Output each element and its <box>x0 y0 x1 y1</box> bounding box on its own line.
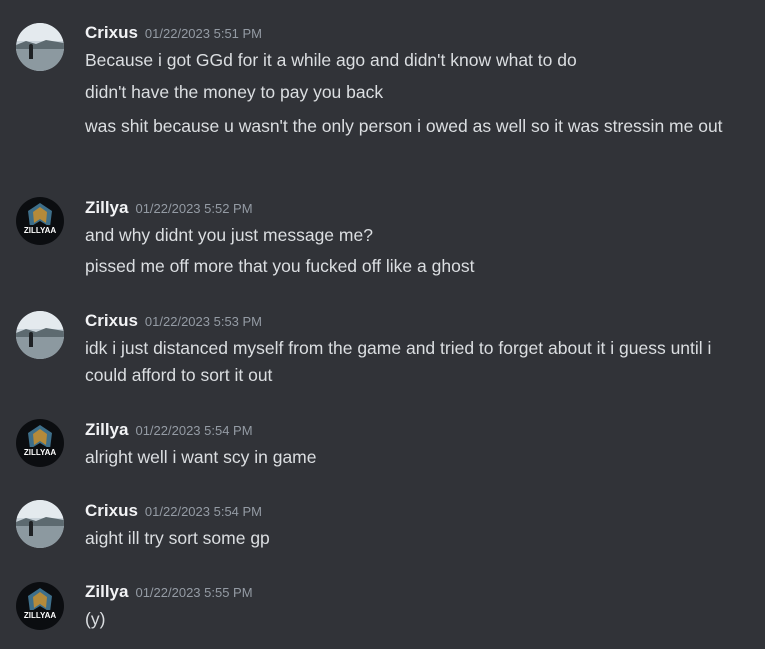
user-avatar[interactable] <box>16 500 64 548</box>
zillyaa-logo-avatar-icon: ZILLYAA <box>16 582 64 630</box>
message-text: aight ill try sort some gp <box>85 528 270 548</box>
timestamp: 01/22/2023 5:55 PM <box>135 585 253 600</box>
message-header: Crixus 01/22/2023 5:53 PM <box>85 310 262 332</box>
username[interactable]: Zillya <box>85 198 128 217</box>
lake-landscape-avatar-icon <box>16 23 64 71</box>
message-header: Crixus 01/22/2023 5:54 PM <box>85 500 262 522</box>
lake-landscape-avatar-icon <box>16 311 64 359</box>
timestamp: 01/22/2023 5:54 PM <box>144 504 263 519</box>
user-avatar[interactable]: ZILLYAA <box>16 582 64 630</box>
timestamp: 01/22/2023 5:54 PM <box>135 423 253 438</box>
message-header: Crixus 01/22/2023 5:51 PM <box>85 22 262 44</box>
svg-text:ZILLYAA: ZILLYAA <box>24 611 57 620</box>
lake-landscape-avatar-icon <box>16 500 64 548</box>
zillyaa-logo-avatar-icon: ZILLYAA <box>16 419 64 467</box>
svg-text:ZILLYAA: ZILLYAA <box>24 226 57 235</box>
username[interactable]: Zillya <box>85 420 128 439</box>
user-avatar[interactable] <box>16 311 64 359</box>
svg-text:ZILLYAA: ZILLYAA <box>24 448 57 457</box>
message-text: idk i just distanced myself from the gam… <box>85 338 717 385</box>
user-avatar[interactable]: ZILLYAA <box>16 197 64 245</box>
username[interactable]: Crixus <box>85 501 138 520</box>
message-text: and why didnt you just message me? <box>85 225 373 245</box>
username[interactable]: Zillya <box>85 582 128 601</box>
user-avatar[interactable]: ZILLYAA <box>16 419 64 467</box>
message-text: (y) <box>85 609 106 629</box>
zillyaa-logo-avatar-icon: ZILLYAA <box>16 197 64 245</box>
message-text: was shit because u wasn't the only perso… <box>85 116 723 136</box>
user-avatar[interactable] <box>16 23 64 71</box>
timestamp: 01/22/2023 5:52 PM <box>135 201 253 216</box>
message-text: Because i got GGd for it a while ago and… <box>85 50 577 70</box>
message-header: Zillya 01/22/2023 5:55 PM <box>85 581 253 603</box>
message-header: Zillya 01/22/2023 5:52 PM <box>85 197 253 219</box>
timestamp: 01/22/2023 5:53 PM <box>144 314 263 329</box>
message-text: pissed me off more that you fucked off l… <box>85 256 475 276</box>
username[interactable]: Crixus <box>85 311 138 330</box>
username[interactable]: Crixus <box>85 23 138 42</box>
timestamp: 01/22/2023 5:51 PM <box>144 26 263 41</box>
message-text: alright well i want scy in game <box>85 447 317 467</box>
message-header: Zillya 01/22/2023 5:54 PM <box>85 419 253 441</box>
message-text: didn't have the money to pay you back <box>85 82 384 102</box>
